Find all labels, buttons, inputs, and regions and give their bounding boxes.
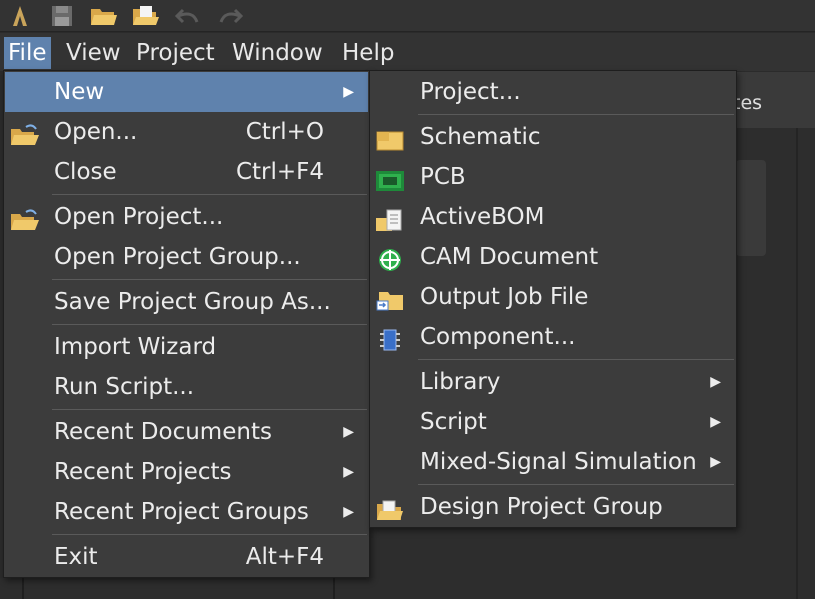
new-project-label: Project... (420, 79, 521, 105)
recent-projects-label: Recent Projects (54, 459, 232, 485)
menu-help[interactable]: Help (338, 37, 398, 69)
panel-divider (796, 128, 798, 599)
component-label: Component... (420, 324, 576, 350)
new-design-project-group[interactable]: Design Project Group (371, 487, 735, 527)
recent-documents-label: Recent Documents (54, 419, 272, 445)
file-menu-recent-project-groups[interactable]: Recent Project Groups ▶ (5, 492, 368, 532)
activebom-label: ActiveBOM (420, 204, 545, 230)
file-menu-import-wizard[interactable]: Import Wizard (5, 327, 368, 367)
file-menu-recent-documents[interactable]: Recent Documents ▶ (5, 412, 368, 452)
submenu-arrow-icon: ▶ (343, 504, 354, 520)
open-shortcut: Ctrl+O (245, 119, 324, 145)
file-menu-open[interactable]: Open... Ctrl+O (5, 112, 368, 152)
app-logo-icon (6, 4, 34, 28)
bottom-divider-right (333, 578, 335, 599)
close-shortcut: Ctrl+F4 (235, 159, 324, 185)
menu-bar: File View Project Window Help (0, 33, 815, 71)
open-project-icon (10, 205, 40, 230)
file-menu-open-project-group[interactable]: Open Project Group... (5, 237, 368, 277)
script-label: Script (420, 409, 487, 435)
recent-project-groups-label: Recent Project Groups (54, 499, 309, 525)
menu-project-label: Project (136, 40, 215, 66)
menu-separator (52, 409, 367, 410)
menu-separator (52, 279, 367, 280)
submenu-arrow-icon: ▶ (343, 464, 354, 480)
new-submenu: Project... Schematic PCB ActiveBOM CAM D… (369, 70, 737, 528)
cam-document-icon (375, 245, 405, 271)
close-label: Close (54, 159, 117, 185)
new-label: New (54, 79, 105, 105)
menu-project[interactable]: Project (132, 37, 219, 69)
pcb-icon (375, 165, 405, 191)
new-cam-document[interactable]: CAM Document (371, 237, 735, 277)
new-library[interactable]: Library ▶ (371, 362, 735, 402)
open-folder-icon (10, 120, 40, 145)
new-pcb[interactable]: PCB (371, 157, 735, 197)
menu-separator (418, 114, 734, 115)
submenu-arrow-icon: ▶ (343, 84, 354, 100)
menu-separator (52, 194, 367, 195)
file-menu-new[interactable]: New ▶ (5, 72, 368, 112)
submenu-arrow-icon: ▶ (343, 424, 354, 440)
menu-file-label: File (8, 40, 47, 66)
bottom-panel (0, 578, 370, 599)
file-menu-recent-projects[interactable]: Recent Projects ▶ (5, 452, 368, 492)
menu-window[interactable]: Window (228, 37, 327, 69)
document-card (736, 160, 766, 256)
mixed-signal-simulation-label: Mixed-Signal Simulation (420, 449, 697, 475)
import-wizard-label: Import Wizard (54, 334, 217, 360)
new-schematic[interactable]: Schematic (371, 117, 735, 157)
menu-help-label: Help (342, 40, 395, 66)
submenu-arrow-icon: ▶ (710, 454, 721, 470)
undo-icon[interactable] (174, 4, 202, 28)
exit-label: Exit (54, 544, 98, 570)
exit-shortcut: Alt+F4 (245, 544, 324, 570)
library-label: Library (420, 369, 501, 395)
redo-icon[interactable] (216, 4, 244, 28)
output-job-file-label: Output Job File (420, 284, 589, 310)
design-project-group-icon (375, 495, 405, 520)
cam-document-label: CAM Document (420, 244, 599, 270)
file-menu-open-project[interactable]: Open Project... (5, 197, 368, 237)
menu-separator (52, 324, 367, 325)
output-job-file-icon (375, 285, 405, 311)
menu-file[interactable]: File (4, 37, 51, 69)
new-output-job-file[interactable]: Output Job File (371, 277, 735, 317)
menu-separator (418, 484, 734, 485)
open-document-icon[interactable] (132, 4, 160, 28)
design-project-group-label: Design Project Group (420, 494, 663, 520)
menu-view[interactable]: View (62, 37, 125, 69)
open-project-group-label: Open Project Group... (54, 244, 301, 270)
file-menu-exit[interactable]: Exit Alt+F4 (5, 537, 368, 577)
submenu-arrow-icon: ▶ (710, 374, 721, 390)
open-folder-icon[interactable] (90, 4, 118, 28)
save-project-group-as-label: Save Project Group As... (54, 289, 331, 315)
schematic-label: Schematic (420, 124, 541, 150)
save-icon[interactable] (48, 4, 76, 28)
component-icon (375, 325, 405, 351)
submenu-arrow-icon: ▶ (710, 414, 721, 430)
file-menu-run-script[interactable]: Run Script... (5, 367, 368, 407)
open-project-label: Open Project... (54, 204, 224, 230)
menu-window-label: Window (232, 40, 323, 66)
new-activebom[interactable]: ActiveBOM (371, 197, 735, 237)
schematic-icon (375, 125, 405, 151)
toolbar (0, 0, 815, 32)
file-menu: New ▶ Open... Ctrl+O Close Ctrl+F4 Open … (3, 70, 370, 578)
file-menu-save-project-group-as[interactable]: Save Project Group As... (5, 282, 368, 322)
pcb-label: PCB (420, 164, 466, 190)
activebom-icon (375, 205, 405, 231)
new-project[interactable]: Project... (371, 72, 735, 112)
menu-separator (52, 534, 367, 535)
open-label: Open... (54, 119, 138, 145)
file-menu-close[interactable]: Close Ctrl+F4 (5, 152, 368, 192)
new-component[interactable]: Component... (371, 317, 735, 357)
new-mixed-signal-simulation[interactable]: Mixed-Signal Simulation ▶ (371, 442, 735, 482)
menu-separator (418, 359, 734, 360)
bottom-divider-left (22, 578, 24, 599)
run-script-label: Run Script... (54, 374, 195, 400)
menu-view-label: View (66, 40, 121, 66)
new-script[interactable]: Script ▶ (371, 402, 735, 442)
document-tab-label[interactable]: tes (733, 92, 762, 114)
